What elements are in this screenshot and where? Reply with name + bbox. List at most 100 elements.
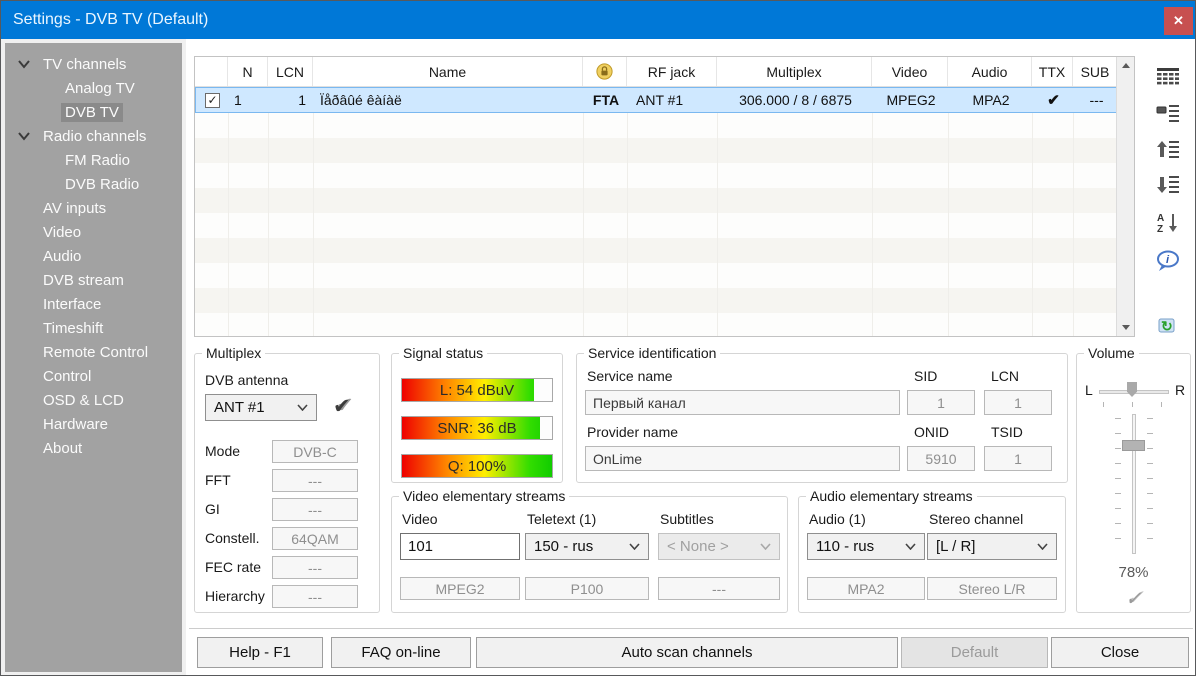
channel-grid-button[interactable] [1153, 63, 1183, 91]
fft-value: --- [272, 469, 358, 492]
svg-text:Z: Z [1157, 224, 1163, 234]
sidebar-item-about[interactable]: About [5, 436, 182, 460]
settings-nav-tree: TV channels Analog TV DVB TV Radio chann… [5, 43, 182, 672]
header-encryption[interactable] [583, 57, 627, 86]
table-scrollbar[interactable] [1116, 57, 1134, 336]
header-name[interactable]: Name [313, 57, 583, 86]
header-lcn[interactable]: LCN [268, 57, 313, 86]
service-identification-group: Service identification Service name SID … [576, 353, 1068, 483]
auto-scan-button[interactable]: Auto scan channels [476, 637, 898, 668]
sort-channels-button[interactable]: A Z [1153, 209, 1183, 237]
service-name-label: Service name [587, 368, 673, 384]
cell-multiplex: 306.000 / 8 / 6875 [718, 88, 873, 112]
header-audio[interactable]: Audio [948, 57, 1032, 86]
sidebar-item-timeshift[interactable]: Timeshift [5, 316, 182, 340]
header-multiplex[interactable]: Multiplex [717, 57, 872, 86]
channel-row-selected[interactable]: ✓ 1 1 Ïåðâûé êàíàë FTA ANT #1 306.000 / … [195, 87, 1134, 113]
sidebar-item-remote-control[interactable]: Remote Control [5, 340, 182, 364]
subtitles-label: Subtitles [660, 511, 714, 527]
sidebar-item-control[interactable]: Control [5, 364, 182, 388]
chevron-down-icon [17, 131, 31, 141]
video-streams-legend: Video elementary streams [399, 488, 569, 504]
rename-channel-button[interactable] [1153, 99, 1183, 127]
cell-audio: MPA2 [949, 88, 1033, 112]
channel-enabled-checkbox[interactable]: ✓ [205, 93, 220, 108]
volume-apply-check-icon[interactable]: ✓ [1077, 586, 1190, 611]
stereo-channel-label: Stereo channel [929, 511, 1023, 527]
chevron-down-icon [629, 543, 640, 550]
sidebar-item-osd-lcd[interactable]: OSD & LCD [5, 388, 182, 412]
move-channel-down-button[interactable] [1153, 171, 1183, 199]
cell-lcn: 1 [269, 88, 314, 112]
sidebar-item-av-inputs[interactable]: AV inputs [5, 196, 182, 220]
header-sub[interactable]: SUB [1073, 57, 1118, 86]
faq-button[interactable]: FAQ on-line [331, 637, 471, 668]
sidebar-item-fm-radio[interactable]: FM Radio [5, 148, 182, 172]
sidebar-item-analog-tv[interactable]: Analog TV [5, 76, 182, 100]
balance-right-label: R [1175, 382, 1185, 398]
close-button[interactable]: Close [1051, 637, 1189, 668]
cell-ttx-check: ✔ [1033, 88, 1074, 112]
header-video[interactable]: Video [872, 57, 948, 86]
cell-rf-jack: ANT #1 [628, 88, 718, 112]
sidebar-item-video[interactable]: Video [5, 220, 182, 244]
info-icon: i [1155, 250, 1181, 272]
tsid-label: TSID [991, 424, 1023, 440]
sidebar-item-tv-channels[interactable]: TV channels [5, 52, 182, 76]
teletext-select[interactable]: 150 - rus [525, 533, 649, 560]
audio-select[interactable]: 110 - rus [807, 533, 925, 560]
provider-name-field: OnLime [585, 446, 900, 471]
header-ttx[interactable]: TTX [1032, 57, 1073, 86]
sidebar-item-hardware[interactable]: Hardware [5, 412, 182, 436]
chevron-down-icon [760, 543, 771, 550]
title-bar[interactable]: Settings - DVB TV (Default) ✕ [1, 1, 1196, 39]
antenna-apply-check-icon[interactable]: ✔ [333, 394, 351, 419]
window-close-button[interactable]: ✕ [1164, 7, 1193, 35]
channel-table-header: N LCN Name RF jack Multiplex Video Audio… [195, 57, 1134, 87]
chevron-down-icon [905, 543, 916, 550]
dvb-antenna-label: DVB antenna [205, 372, 288, 388]
balance-slider-thumb[interactable] [1127, 382, 1137, 397]
volume-slider-thumb[interactable] [1122, 440, 1145, 451]
scroll-up-button[interactable] [1117, 57, 1134, 74]
sidebar-item-dvb-stream[interactable]: DVB stream [5, 268, 182, 292]
teletext-page-field: P100 [525, 577, 649, 600]
tsid-field: 1 [984, 446, 1052, 471]
channel-info-button[interactable]: i [1153, 247, 1183, 275]
move-channel-up-button[interactable] [1153, 135, 1183, 163]
audio-pid-label: Audio (1) [809, 511, 866, 527]
header-n[interactable]: N [228, 57, 268, 86]
dvb-antenna-select[interactable]: ANT #1 [205, 394, 317, 421]
sidebar-item-dvb-radio[interactable]: DVB Radio [5, 172, 182, 196]
cell-video: MPEG2 [873, 88, 949, 112]
channel-grid-icon [1156, 67, 1180, 87]
sidebar-item-radio-channels[interactable]: Radio channels [5, 124, 182, 148]
signal-status-group: Signal status L: 54 dBuV SNR: 36 dB Q: 1… [391, 353, 563, 483]
triangle-down-icon [1122, 325, 1130, 330]
window-title: Settings - DVB TV (Default) [13, 1, 208, 39]
help-button[interactable]: Help - F1 [197, 637, 323, 668]
cell-access: FTA [584, 88, 628, 112]
refresh-channels-button[interactable]: ↻ [1153, 311, 1183, 339]
provider-name-label: Provider name [587, 424, 678, 440]
audio-streams-group: Audio elementary streams Audio (1) Stere… [798, 496, 1066, 613]
signal-status-legend: Signal status [399, 345, 487, 361]
settings-window: Settings - DVB TV (Default) ✕ TV channel… [0, 0, 1196, 676]
service-name-field: Первый канал [585, 390, 900, 415]
sort-az-icon: A Z [1156, 212, 1180, 234]
gi-value: --- [272, 498, 358, 521]
signal-quality-text: Q: 100% [402, 455, 552, 477]
header-rf-jack[interactable]: RF jack [627, 57, 717, 86]
video-pid-input[interactable]: 101 [400, 533, 520, 560]
sidebar-item-audio[interactable]: Audio [5, 244, 182, 268]
scroll-down-button[interactable] [1117, 319, 1134, 336]
volume-slider-track[interactable] [1132, 414, 1136, 554]
hierarchy-label: Hierarchy [205, 588, 265, 604]
signal-quality-bar: Q: 100% [401, 454, 553, 478]
signal-level-bar: L: 54 dBuV [401, 378, 553, 402]
sidebar-item-dvb-tv[interactable]: DVB TV [5, 100, 182, 124]
sidebar-item-interface[interactable]: Interface [5, 292, 182, 316]
stereo-channel-select[interactable]: [L / R] [927, 533, 1057, 560]
stereo-info-field: Stereo L/R [927, 577, 1057, 600]
balance-tick [1161, 402, 1162, 407]
